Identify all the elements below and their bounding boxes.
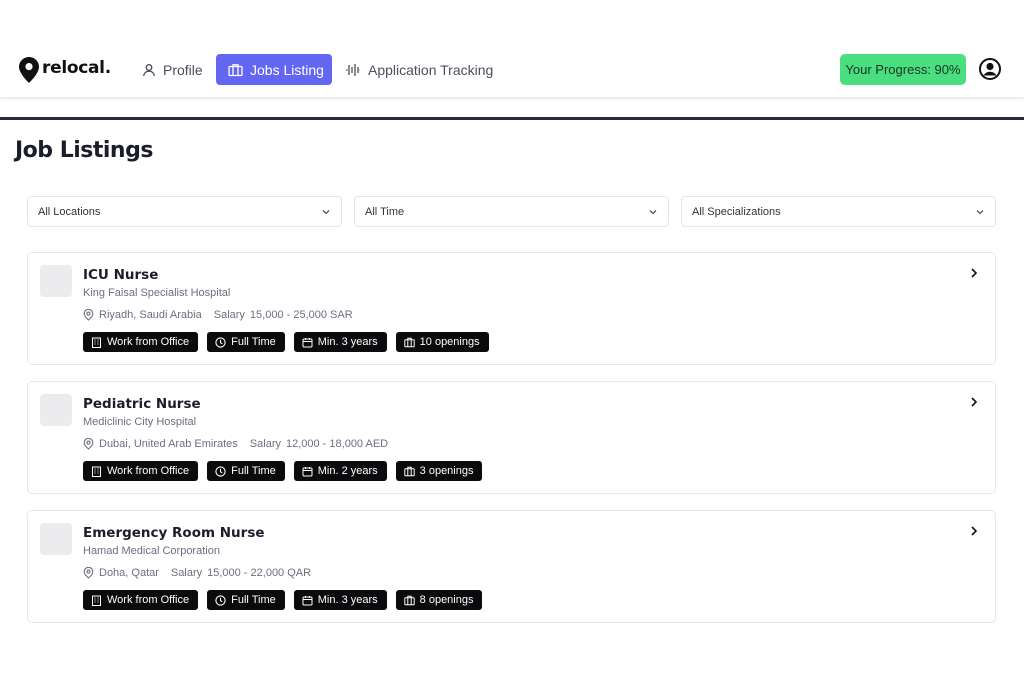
user-icon bbox=[143, 63, 155, 76]
clock-icon bbox=[215, 594, 226, 606]
calendar-icon bbox=[302, 337, 313, 347]
calendar-icon bbox=[302, 466, 313, 476]
top-navigation-bar: relocal. Profile Jobs Listing Applicatio… bbox=[0, 0, 1024, 97]
company-name: King Faisal Specialist Hospital bbox=[83, 287, 231, 299]
clock-icon bbox=[215, 336, 226, 348]
job-tags: Work from Office Full Time Min. 2 years … bbox=[83, 461, 491, 481]
tag-work-mode: Work from Office bbox=[83, 461, 199, 481]
chevron-down-icon bbox=[322, 210, 330, 215]
briefcase-icon bbox=[403, 337, 415, 347]
job-card[interactable]: ICU Nurse King Faisal Specialist Hospita… bbox=[27, 252, 996, 365]
nav-item-label: Jobs Listing bbox=[250, 61, 324, 78]
location-pin-icon bbox=[83, 309, 94, 321]
tag-openings: 3 openings bbox=[395, 461, 483, 481]
briefcase-icon bbox=[228, 63, 243, 76]
salary-value: 15,000 - 25,000 SAR bbox=[249, 309, 353, 321]
salary-value: 12,000 - 18,000 AED bbox=[285, 438, 389, 450]
tag-job-type: Full Time bbox=[207, 332, 285, 352]
tag-job-type: Full Time bbox=[207, 590, 285, 610]
map-pin-icon bbox=[19, 57, 39, 83]
location-pin-icon bbox=[83, 438, 94, 450]
tag-experience: Min. 3 years bbox=[293, 332, 387, 352]
nav-item-application-tracking[interactable]: Application Tracking bbox=[345, 54, 493, 85]
job-card[interactable]: Emergency Room Nurse Hamad Medical Corpo… bbox=[27, 510, 996, 623]
company-logo bbox=[40, 265, 72, 297]
job-title: Pediatric Nurse bbox=[83, 396, 201, 412]
clock-icon bbox=[215, 465, 226, 477]
chevron-right-icon[interactable] bbox=[969, 396, 979, 408]
chevron-down-icon bbox=[976, 210, 984, 215]
chevron-down-icon bbox=[649, 210, 657, 215]
chevron-right-icon[interactable] bbox=[969, 267, 979, 279]
building-icon bbox=[92, 466, 101, 477]
tag-experience: Min. 2 years bbox=[293, 461, 387, 481]
tag-experience: Min. 3 years bbox=[293, 590, 387, 610]
tag-work-mode: Work from Office bbox=[83, 332, 199, 352]
company-logo bbox=[40, 523, 72, 555]
specialization-filter-select[interactable]: All Specializations bbox=[681, 196, 996, 227]
activity-icon bbox=[346, 63, 360, 76]
tag-openings: 10 openings bbox=[395, 332, 489, 352]
salary-label: Salary bbox=[213, 309, 245, 321]
company-logo bbox=[40, 394, 72, 426]
nav-item-jobs-listing[interactable]: Jobs Listing bbox=[216, 54, 332, 85]
job-title: Emergency Room Nurse bbox=[83, 525, 265, 541]
job-location: Riyadh, Saudi Arabia bbox=[99, 309, 202, 321]
job-location: Doha, Qatar bbox=[99, 567, 159, 579]
salary-label: Salary bbox=[249, 438, 281, 450]
job-tags: Work from Office Full Time Min. 3 years … bbox=[83, 590, 491, 610]
tag-openings: 8 openings bbox=[395, 590, 483, 610]
salary-label: Salary bbox=[170, 567, 203, 579]
progress-badge[interactable]: Your Progress: 90% bbox=[840, 54, 966, 85]
user-circle-icon bbox=[979, 58, 1001, 80]
page-title: Job Listings bbox=[15, 138, 153, 163]
job-card[interactable]: Pediatric Nurse Mediclinic City Hospital… bbox=[27, 381, 996, 494]
calendar-icon bbox=[302, 595, 313, 605]
chevron-right-icon[interactable] bbox=[969, 525, 979, 537]
filter-selected-value: All Specializations bbox=[692, 205, 781, 218]
location-pin-icon bbox=[83, 567, 94, 579]
job-tags: Work from Office Full Time Min. 3 years … bbox=[83, 332, 498, 352]
tag-work-mode: Work from Office bbox=[83, 590, 199, 610]
logo[interactable]: relocal. bbox=[19, 55, 111, 85]
time-filter-select[interactable]: All Time bbox=[354, 196, 669, 227]
job-meta: Doha, Qatar Salary 15,000 - 22,000 QAR bbox=[83, 566, 311, 580]
nav-item-label: Application Tracking bbox=[368, 61, 494, 78]
company-name: Hamad Medical Corporation bbox=[83, 545, 220, 557]
job-location: Dubai, United Arab Emirates bbox=[99, 438, 238, 450]
nav-item-label: Profile bbox=[163, 61, 203, 78]
building-icon bbox=[92, 337, 101, 348]
briefcase-icon bbox=[403, 595, 415, 605]
avatar[interactable] bbox=[979, 58, 1001, 80]
filter-selected-value: All Time bbox=[365, 205, 405, 218]
filter-selected-value: All Locations bbox=[38, 205, 101, 218]
job-title: ICU Nurse bbox=[83, 267, 159, 283]
briefcase-icon bbox=[403, 466, 415, 476]
section-divider bbox=[0, 117, 1024, 120]
tag-job-type: Full Time bbox=[207, 461, 285, 481]
building-icon bbox=[92, 595, 101, 606]
job-meta: Riyadh, Saudi Arabia Salary 15,000 - 25,… bbox=[83, 308, 353, 322]
logo-text: relocal. bbox=[42, 58, 111, 78]
location-filter-select[interactable]: All Locations bbox=[27, 196, 342, 227]
nav-item-profile[interactable]: Profile bbox=[142, 54, 203, 85]
job-meta: Dubai, United Arab Emirates Salary 12,00… bbox=[83, 437, 388, 451]
company-name: Mediclinic City Hospital bbox=[83, 416, 197, 428]
salary-value: 15,000 - 22,000 QAR bbox=[207, 567, 312, 579]
